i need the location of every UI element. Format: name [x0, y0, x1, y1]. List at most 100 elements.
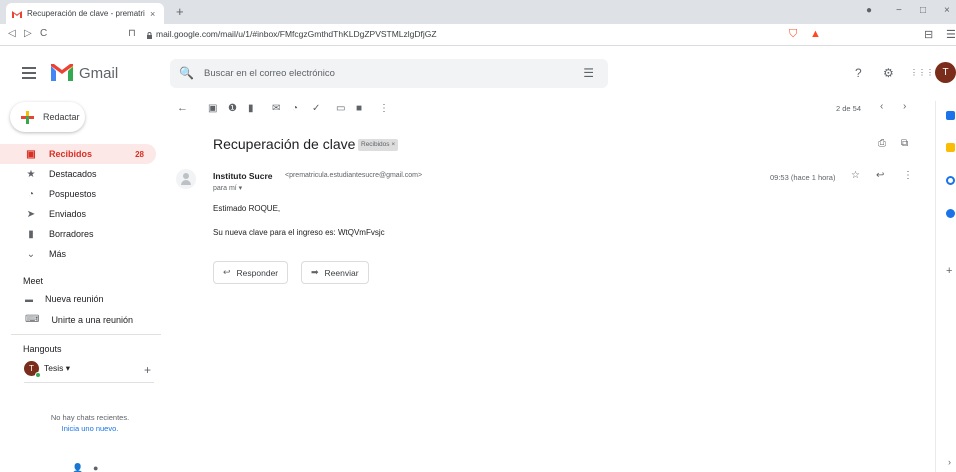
new-meeting-label: Nueva reunión	[45, 294, 104, 304]
close-window-button[interactable]: ×	[944, 5, 950, 16]
settings-icon[interactable]: ⚙	[883, 66, 894, 80]
mark-unread-icon[interactable]: ✉	[272, 103, 280, 114]
help-icon[interactable]: ?	[855, 66, 862, 80]
inbox-label-chip[interactable]: Recibidos ×	[358, 139, 399, 151]
sidebar-item-more[interactable]: ⌄ Más	[0, 244, 160, 264]
menu-icon[interactable]	[22, 67, 36, 82]
start-chat-link[interactable]: Inicia uno nuevo.	[0, 424, 180, 433]
brave-shield-icon[interactable]: ⛉	[789, 28, 797, 41]
online-status-dot	[35, 372, 41, 378]
message-subject: Recuperación de clave	[213, 136, 356, 152]
browser-menu-icon[interactable]: ☰	[946, 28, 956, 41]
maximize-button[interactable]: □	[920, 5, 926, 16]
no-chats-text: No hay chats recientes.	[50, 413, 130, 422]
sidebar-nav: ▣ Recibidos 28 ★ Destacados ◔ Pospuestos…	[0, 144, 160, 264]
reply-button[interactable]: ↩ Responder	[213, 261, 289, 284]
recipient-details[interactable]: para mí ▾	[213, 184, 242, 192]
sidebar-item-label: Pospuestos	[49, 189, 97, 199]
meet-section-title: Meet	[23, 276, 44, 286]
add-addon-icon[interactable]: +	[946, 265, 952, 277]
hangouts-user[interactable]: T Tesis ▾	[24, 361, 70, 378]
message-time: 09:53 (hace 1 hora)	[770, 173, 836, 182]
browser-tab[interactable]: Recuperación de clave - prematri ×	[6, 3, 164, 24]
move-to-icon[interactable]: ▭	[336, 103, 345, 114]
gmail-wordmark: Gmail	[79, 65, 119, 82]
calendar-icon[interactable]	[946, 111, 955, 120]
star-icon[interactable]: ☆	[851, 170, 860, 181]
trash-icon[interactable]: ▮	[248, 103, 254, 114]
person-icon[interactable]: 👤	[72, 463, 83, 472]
message-toolbar: ← ▣ ❶ ▮ ✉ ◔ ✓ ▭ ■ ⋮	[175, 99, 925, 119]
sidebar-item-sent[interactable]: ➤ Enviados	[0, 204, 160, 224]
sidebar-divider	[11, 334, 161, 335]
video-icon: ▬	[25, 294, 33, 304]
phone-icon[interactable]: ●	[93, 463, 98, 472]
minimize-button[interactable]: −	[896, 5, 902, 16]
sidebar-item-label: Recibidos	[49, 149, 93, 159]
expand-panel-icon[interactable]: ›	[948, 457, 951, 467]
browser-tab-bar: Recuperación de clave - prematri × + ● −…	[0, 0, 956, 24]
sidebar-item-starred[interactable]: ★ Destacados	[0, 164, 160, 184]
print-icon[interactable]: ⎙	[878, 138, 886, 149]
star-icon: ★	[26, 168, 36, 180]
next-icon[interactable]: ›	[903, 101, 906, 112]
search-icon[interactable]: 🔍	[179, 66, 194, 80]
reply-icon: ↩	[223, 267, 231, 277]
tune-icon[interactable]: ☰	[583, 66, 594, 80]
more-icon[interactable]: ⋮	[379, 103, 389, 114]
add-task-icon[interactable]: ✓	[312, 103, 320, 114]
tab-title: Recuperación de clave - prematri	[27, 9, 145, 18]
chevron-down-icon: ⌄	[26, 248, 36, 260]
forward-icon[interactable]: ▷	[24, 28, 32, 39]
prev-icon[interactable]: ‹	[880, 101, 883, 112]
reload-icon[interactable]: C	[40, 28, 47, 39]
reply-icon[interactable]: ↩	[876, 170, 884, 181]
keyboard-icon: ⌨	[25, 314, 40, 325]
label-icon[interactable]: ■	[356, 103, 362, 114]
tasks-icon[interactable]	[946, 176, 955, 185]
sender-name[interactable]: Instituto Sucre	[213, 171, 273, 181]
add-chat-button[interactable]: +	[144, 363, 151, 377]
url-text[interactable]: mail.google.com/mail/u/1/#inbox/FMfcgzGm…	[156, 29, 437, 39]
back-icon[interactable]: ◁	[8, 28, 16, 39]
keep-icon[interactable]	[946, 143, 955, 152]
lock-icon	[146, 31, 153, 39]
back-arrow-icon[interactable]: ←	[177, 102, 188, 114]
message-more-icon[interactable]: ⋮	[903, 170, 913, 181]
compose-button[interactable]: Redactar	[10, 102, 85, 132]
rewards-icon[interactable]: ▲	[810, 28, 821, 40]
sidebar-item-snoozed[interactable]: ◔ Pospuestos	[0, 184, 160, 204]
gmail-favicon	[12, 10, 22, 18]
gmail-logo[interactable]	[51, 64, 73, 81]
message-body: Su nueva clave para el ingreso es: WtQVm…	[213, 228, 385, 237]
sidebar-item-label: Enviados	[49, 209, 87, 219]
forward-icon: ➡	[311, 267, 319, 277]
unread-count: 28	[135, 149, 144, 159]
sidebar-item-label: Más	[49, 249, 67, 259]
join-meeting-item[interactable]: ⌨ Unirte a una reunión	[25, 314, 133, 325]
send-icon: ➤	[26, 208, 36, 220]
apps-icon[interactable]: ⋮⋮⋮	[910, 68, 934, 77]
sidebar-item-inbox[interactable]: ▣ Recibidos 28	[0, 144, 156, 164]
bookmark-icon[interactable]: ⊓	[128, 28, 136, 39]
contacts-icon[interactable]	[946, 209, 955, 218]
sidebar-item-drafts[interactable]: ▮ Borradores	[0, 224, 160, 244]
search-input[interactable]: Buscar en el correo electrónico	[204, 68, 335, 79]
profile-icon[interactable]: ●	[866, 5, 872, 16]
search-bar[interactable]: 🔍 Buscar en el correo electrónico ☰	[170, 59, 608, 88]
hangouts-divider	[24, 382, 154, 383]
new-meeting-item[interactable]: ▬ Nueva reunión	[25, 294, 104, 304]
forward-button[interactable]: ➡ Reenviar	[301, 261, 369, 284]
snooze-icon[interactable]: ◔	[292, 103, 298, 114]
archive-icon[interactable]: ▣	[208, 103, 217, 114]
new-tab-button[interactable]: +	[176, 4, 184, 19]
sidebar-toggle-icon[interactable]: ⊟	[924, 28, 933, 41]
message-greeting: Estimado ROQUE,	[213, 204, 281, 213]
hangouts-avatar: T	[24, 361, 41, 378]
report-spam-icon[interactable]: ❶	[228, 103, 237, 114]
draft-icon: ▮	[28, 228, 34, 240]
open-new-window-icon[interactable]: ⧉	[901, 138, 908, 149]
account-avatar[interactable]: T	[935, 62, 956, 83]
sidebar-item-label: Destacados	[49, 169, 97, 179]
tab-close-icon[interactable]: ×	[150, 9, 155, 19]
